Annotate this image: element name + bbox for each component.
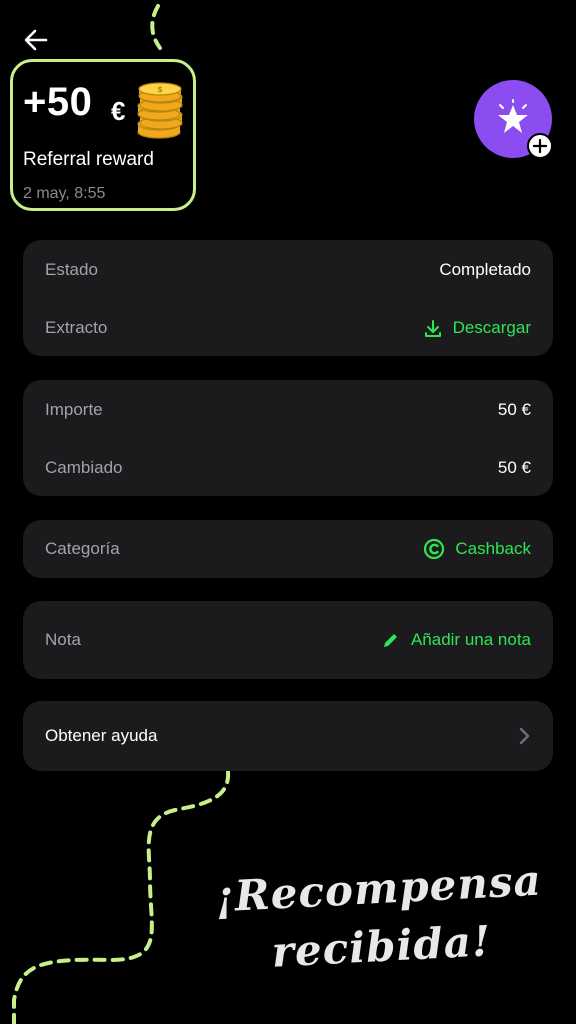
reward-date: 2 may, 8:55 xyxy=(23,185,106,202)
note-label: Nota xyxy=(45,630,81,649)
importe-row: Importe 50 € xyxy=(45,398,531,422)
estado-label: Estado xyxy=(45,260,98,279)
add-note-button[interactable]: Añadir una nota xyxy=(381,630,531,650)
pencil-icon xyxy=(383,634,397,647)
category-label: Categoría xyxy=(45,539,120,558)
cambiado-row: Cambiado 50 € xyxy=(45,456,531,480)
back-button[interactable] xyxy=(18,22,54,58)
help-label: Obtener ayuda xyxy=(45,726,158,745)
extracto-label: Extracto xyxy=(45,318,108,337)
download-icon xyxy=(424,320,441,337)
cashback-icon xyxy=(424,538,445,560)
estado-row: Estado Completado xyxy=(45,258,531,282)
get-help-button[interactable]: Obtener ayuda xyxy=(23,701,553,771)
reward-summary-card: +50 € $ Referral reward 2 may, 8:55 xyxy=(10,59,196,211)
note-row: Nota Añadir una nota xyxy=(45,628,531,652)
extracto-row: Extracto Descargar xyxy=(45,316,531,340)
estado-value: Completado xyxy=(439,260,531,279)
status-card: Estado Completado Extracto Descargar xyxy=(23,240,553,356)
category-row: Categoría Cashback xyxy=(45,537,531,561)
reward-title: Referral reward xyxy=(23,149,154,170)
category-cashback-button[interactable]: Cashback xyxy=(423,538,531,560)
reward-currency: € xyxy=(111,96,126,126)
importe-label: Importe xyxy=(45,400,103,419)
amount-card: Importe 50 € Cambiado 50 € xyxy=(23,380,553,496)
category-value: Cashback xyxy=(455,539,531,558)
arrow-left-icon xyxy=(24,29,48,51)
cambiado-value: 50 € xyxy=(497,458,531,477)
add-photo-button[interactable] xyxy=(527,133,553,159)
reward-amount: +50 xyxy=(23,80,93,124)
plus-icon xyxy=(533,139,547,153)
help-row: Obtener ayuda xyxy=(45,724,531,748)
note-card: Nota Añadir una nota xyxy=(23,601,553,679)
add-note-label: Añadir una nota xyxy=(410,630,531,649)
chevron-right-icon xyxy=(519,727,530,745)
reward-received-slogan: ¡Recompensa recibida! xyxy=(197,851,563,986)
coin-stack-icon: $ xyxy=(137,82,183,139)
svg-text:$: $ xyxy=(157,85,163,94)
download-statement-button[interactable]: Descargar xyxy=(423,318,531,338)
category-card: Categoría Cashback xyxy=(23,520,553,578)
star-icon xyxy=(498,99,528,133)
importe-value: 50 € xyxy=(497,400,531,419)
download-label: Descargar xyxy=(452,318,531,337)
cambiado-label: Cambiado xyxy=(45,458,123,477)
